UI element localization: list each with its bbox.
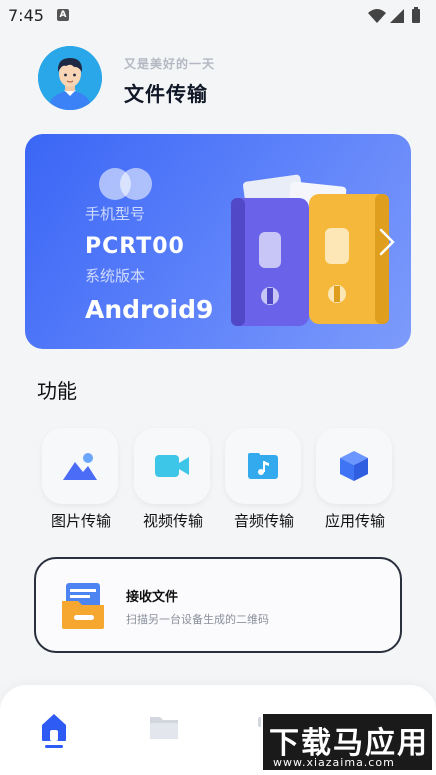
nav-home[interactable] bbox=[36, 709, 76, 749]
feature-tile bbox=[42, 428, 118, 504]
system-version-value: Android9 bbox=[85, 295, 214, 324]
overlap-circles-icon bbox=[98, 167, 154, 205]
avatar[interactable] bbox=[38, 46, 102, 110]
active-tab-indicator bbox=[45, 745, 63, 748]
status-bar: 7:45 A bbox=[0, 0, 436, 32]
device-model-label: 手机型号 bbox=[85, 205, 146, 223]
feature-app-transfer[interactable]: 应用传输 bbox=[316, 428, 394, 531]
feature-label: 音频传输 bbox=[233, 512, 294, 530]
device-info-banner: 手机型号 PCRT00 系统版本 Android9 bbox=[25, 134, 411, 349]
file-folder-icon bbox=[60, 579, 108, 635]
chevron-right-icon[interactable] bbox=[375, 226, 399, 258]
binders-illustration bbox=[225, 170, 395, 334]
feature-label: 应用传输 bbox=[324, 512, 385, 530]
feature-label: 视频传输 bbox=[142, 512, 203, 530]
image-icon bbox=[63, 453, 97, 480]
receive-title: 接收文件 bbox=[126, 590, 179, 605]
wifi-icon bbox=[368, 9, 386, 23]
page-title: 文件传输 bbox=[124, 82, 208, 106]
status-time: 7:45 bbox=[8, 6, 44, 25]
battery-icon bbox=[412, 7, 420, 23]
feature-label: 图片传输 bbox=[50, 512, 111, 530]
cube-icon bbox=[340, 451, 368, 481]
notification-icon: A bbox=[57, 9, 69, 21]
device-model-value: PCRT00 bbox=[85, 234, 185, 259]
music-folder-icon bbox=[248, 453, 278, 479]
home-icon bbox=[42, 714, 66, 741]
video-icon bbox=[155, 455, 189, 477]
watermark-url: www.xiazaima.com bbox=[273, 756, 395, 769]
receive-subtitle: 扫描另一台设备生成的二维码 bbox=[126, 613, 269, 626]
watermark-logo: 下载马应用 www.xiazaima.com bbox=[261, 712, 434, 772]
feature-tile bbox=[134, 428, 210, 504]
nav-files[interactable] bbox=[146, 709, 186, 749]
section-title: 功能 bbox=[37, 379, 77, 403]
feature-image-transfer[interactable]: 图片传输 bbox=[42, 428, 120, 531]
greeting-text: 又是美好的一天 bbox=[124, 57, 216, 71]
signal-icon bbox=[390, 9, 404, 23]
system-status-icons bbox=[366, 6, 428, 30]
receive-file-card[interactable]: 接收文件 扫描另一台设备生成的二维码 bbox=[34, 557, 402, 653]
feature-audio-transfer[interactable]: 音频传输 bbox=[225, 428, 303, 531]
feature-tile bbox=[316, 428, 392, 504]
folder-icon bbox=[150, 717, 178, 739]
feature-video-transfer[interactable]: 视频传输 bbox=[134, 428, 212, 531]
feature-tile bbox=[225, 428, 301, 504]
feature-grid: 图片传输 视频传输 音频传输 应用传输 bbox=[42, 428, 402, 531]
system-version-label: 系统版本 bbox=[85, 267, 146, 285]
